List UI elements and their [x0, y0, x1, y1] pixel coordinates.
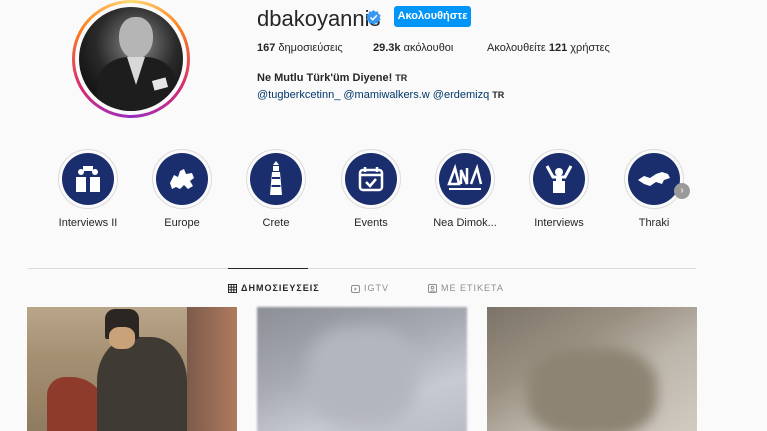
following-count: 121 [548, 42, 568, 54]
posts-stat: 167 δημοσιεύσεις [257, 42, 343, 54]
bio-name: Ne Mutlu Türk'üm Diyene! TR [257, 72, 407, 84]
highlight-interviews[interactable]: Interviews [519, 149, 599, 229]
avatar-face [119, 17, 153, 59]
tab-posts-label: ΔΗΜΟΣΙΕΥΣΕΙΣ [241, 283, 320, 293]
highlights-next-arrow-icon[interactable]: › [674, 183, 690, 199]
highlight-events[interactable]: Events [331, 149, 411, 229]
post-thumbnail[interactable] [27, 307, 237, 431]
podium-speakers-icon [62, 153, 114, 205]
highlight-ring [435, 149, 495, 209]
tab-igtv-label: IGTV [364, 283, 390, 293]
grid-icon [228, 283, 237, 293]
avatar-border [75, 3, 187, 115]
highlight-label: Interviews II [58, 217, 118, 229]
tab-tagged[interactable]: ΜΕ ΕΤΙΚΕΤΑ [428, 283, 504, 293]
username: dbakoyannis [257, 6, 381, 31]
bio-links-text[interactable]: @tugberkcetinn_ @mamiwalkers.w @erdemizq [257, 89, 489, 101]
highlight-nea-dimokratia[interactable]: Nea Dimok... [425, 149, 505, 229]
nea-dimokratia-logo-icon [439, 153, 491, 205]
post-image-detail [307, 327, 417, 427]
post-thumbnail[interactable] [257, 307, 467, 431]
following-stat[interactable]: Ακολουθείτε 121 χρήστες [487, 42, 610, 54]
highlight-ring [529, 149, 589, 209]
verified-badge-icon [366, 10, 381, 25]
post-image-detail [527, 347, 657, 431]
bio-links[interactable]: @tugberkcetinn_ @mamiwalkers.w @erdemizq… [257, 89, 504, 101]
highlight-ring [246, 149, 306, 209]
thraki-map-icon [628, 153, 680, 205]
highlight-label: Events [354, 217, 388, 229]
bio-links-flag: TR [492, 90, 505, 100]
highlight-europe[interactable]: Europe [142, 149, 222, 229]
active-tab-indicator [228, 268, 308, 269]
highlight-label: Crete [262, 217, 290, 229]
tab-tagged-label: ΜΕ ΕΤΙΚΕΤΑ [441, 283, 504, 293]
calendar-check-icon [345, 153, 397, 205]
post-image-detail [97, 337, 187, 431]
speaker-arms-up-icon [533, 153, 585, 205]
highlight-ring [624, 149, 684, 209]
followers-stat[interactable]: 29.3k ακόλουθοι [373, 42, 453, 54]
bio-name-text: Ne Mutlu Türk'üm Diyene! [257, 72, 393, 84]
highlight-label: Europe [164, 217, 200, 229]
tab-igtv[interactable]: IGTV [351, 283, 389, 293]
followers-label: ακόλουθοι [403, 42, 454, 54]
followers-count: 29.3k [373, 42, 401, 54]
highlight-ring [152, 149, 212, 209]
highlight-label: Interviews [534, 217, 584, 229]
highlight-interviews-ii[interactable]: Interviews II [48, 149, 128, 229]
igtv-icon [351, 284, 360, 293]
highlight-ring [58, 149, 118, 209]
post-thumbnail[interactable] [487, 307, 697, 431]
highlight-label: Nea Dimok... [433, 217, 497, 229]
highlight-crete[interactable]: Crete [236, 149, 316, 229]
profile-avatar-ring[interactable] [72, 0, 190, 118]
lighthouse-icon [250, 153, 302, 205]
posts-label: δημοσιεύσεις [278, 42, 343, 54]
post-image-detail [109, 327, 135, 349]
tabs-divider [28, 268, 696, 269]
posts-count: 167 [257, 42, 276, 54]
highlight-ring [341, 149, 401, 209]
tagged-icon [428, 283, 437, 293]
europe-map-icon [156, 153, 208, 205]
follow-button[interactable]: Ακολουθήστε [394, 6, 471, 27]
post-image-detail [187, 307, 237, 431]
bio-flag: TR [395, 73, 408, 83]
following-label: χρήστες [570, 42, 610, 54]
tab-posts[interactable]: ΔΗΜΟΣΙΕΥΣΕΙΣ [228, 283, 320, 293]
following-prefix: Ακολουθείτε [487, 42, 546, 54]
highlight-label: Thraki [638, 217, 670, 229]
avatar[interactable] [79, 7, 183, 111]
